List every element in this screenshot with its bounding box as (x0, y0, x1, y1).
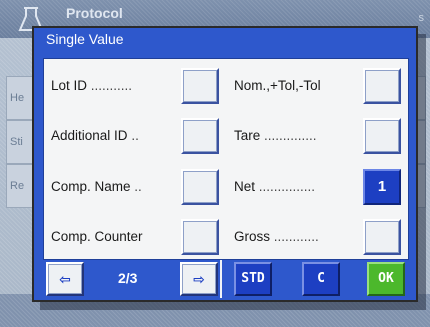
background-title: Protocol (66, 5, 123, 21)
label-gross: Gross ............ (234, 229, 319, 244)
label-dots: .. (134, 179, 142, 194)
single-value-dialog: Single Value Lot ID ........... Addition… (32, 26, 418, 302)
page-indicator: 2/3 (118, 270, 138, 286)
tare-checkbox[interactable] (363, 118, 401, 154)
label-dots: ............... (258, 179, 316, 194)
background-title-right: s (418, 12, 425, 24)
gross-checkbox[interactable] (363, 219, 401, 255)
comp-counter-checkbox[interactable] (181, 219, 219, 255)
net-checkbox[interactable]: 1 (363, 169, 401, 205)
comp-name-checkbox[interactable] (181, 169, 219, 205)
label-net: Net ............... (234, 179, 315, 194)
label-text: Gross (234, 229, 271, 244)
label-lot-id: Lot ID ........... (51, 78, 132, 93)
additional-id-checkbox[interactable] (181, 118, 219, 154)
ok-button[interactable]: OK (367, 262, 405, 296)
c-button[interactable]: C (302, 262, 340, 296)
label-dots: ........... (90, 78, 133, 93)
label-additional-id: Additional ID .. (51, 128, 139, 143)
nom-tol-checkbox[interactable] (363, 68, 401, 104)
label-text: Lot ID (51, 78, 88, 93)
previous-page-button[interactable]: ⇦ (46, 262, 84, 296)
label-dots: ............ (273, 229, 319, 244)
dialog-body: Lot ID ........... Additional ID .. Comp… (43, 58, 409, 260)
label-text: Additional ID (51, 128, 128, 143)
label-dots: .............. (264, 128, 317, 143)
label-text: Net (234, 179, 256, 194)
label-text: Tare (234, 128, 261, 143)
lot-id-checkbox[interactable] (181, 68, 219, 104)
label-text: Nom.,+Tol,-Tol (234, 78, 321, 93)
button-divider (220, 260, 222, 298)
std-button[interactable]: STD (234, 262, 272, 296)
label-text: Comp. Name (51, 179, 131, 194)
arrow-left-icon: ⇦ (59, 271, 71, 287)
label-dots: .. (131, 128, 139, 143)
label-comp-counter: Comp. Counter (51, 229, 143, 244)
label-comp-name: Comp. Name .. (51, 179, 142, 194)
label-tare: Tare .............. (234, 128, 317, 143)
label-nom-tol: Nom.,+Tol,-Tol (234, 78, 321, 93)
arrow-right-icon: ⇨ (193, 271, 205, 287)
label-text: Comp. Counter (51, 229, 143, 244)
dialog-title: Single Value (46, 31, 124, 47)
next-page-button[interactable]: ⇨ (180, 262, 218, 296)
